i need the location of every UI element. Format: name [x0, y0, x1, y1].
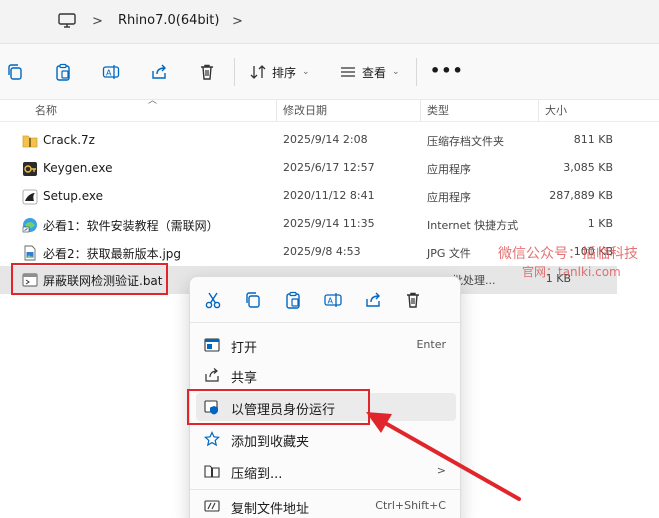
paste-icon[interactable] [283, 290, 303, 310]
share-icon[interactable] [150, 63, 168, 81]
sort-label: 排序 [272, 65, 297, 80]
file-name: 必看1：软件安装教程（需联网） [43, 219, 219, 233]
column-type[interactable]: 类型 [427, 102, 449, 118]
menu-item-open[interactable]: 打开 Enter [196, 331, 456, 359]
column-divider[interactable] [420, 100, 421, 122]
file-date: 2025/9/14 11:35 [283, 217, 375, 230]
file-date: 2020/11/12 8:41 [283, 189, 375, 202]
toolbar-divider [234, 58, 235, 86]
file-row[interactable]: 必看1：软件安装教程（需联网） 2025/9/14 11:35 Internet… [0, 211, 659, 239]
command-bar: A 排序 ⌄ 查看 ⌄ ••• [0, 44, 659, 100]
this-pc-icon[interactable] [58, 13, 76, 29]
column-divider[interactable] [276, 100, 277, 122]
menu-item-share[interactable]: 共享 [196, 361, 456, 389]
file-size: 287,889 KB [549, 189, 613, 202]
rename-icon[interactable]: A [323, 290, 343, 310]
file-type: Internet 快捷方式 [427, 219, 519, 232]
sort-icon [250, 65, 266, 79]
annotation-highlight-selected-file [11, 263, 168, 295]
breadcrumb-current-folder[interactable]: Rhino7.0(64bit) [118, 13, 219, 28]
breadcrumb-trail-separator[interactable]: > [232, 14, 243, 29]
menu-separator [190, 489, 462, 490]
file-name: 必看2：获取最新版本.jpg [43, 247, 182, 261]
file-type: JPG 文件 [427, 247, 471, 260]
context-menu-quick-actions: A [190, 277, 462, 323]
breadcrumb-separator[interactable]: > [92, 14, 103, 29]
rename-icon[interactable]: A [102, 63, 120, 81]
file-name: Setup.exe [43, 189, 104, 203]
svg-text:A: A [328, 297, 334, 306]
copy-icon[interactable] [243, 290, 263, 310]
submenu-chevron-right-icon: > [436, 464, 446, 477]
internet-shortcut-icon [22, 218, 37, 233]
star-icon [204, 431, 220, 447]
annotation-highlight-run-as-admin [187, 389, 370, 425]
file-type: 应用程序 [427, 163, 471, 176]
sort-ascending-icon: ︿ [148, 96, 158, 106]
file-name: Keygen.exe [43, 161, 113, 175]
chevron-down-icon: ⌄ [392, 67, 400, 77]
file-date: 2025/9/8 4:53 [283, 245, 361, 258]
delete-icon[interactable] [198, 63, 216, 81]
column-divider[interactable] [538, 100, 539, 122]
file-row[interactable]: Crack.7z 2025/9/14 2:08 压缩存档文件夹 811 KB [0, 127, 659, 155]
file-type: 压缩存档文件夹 [427, 135, 504, 148]
zip-folder-icon [22, 135, 38, 148]
menu-item-compress-to[interactable]: 压缩到... > [196, 457, 456, 485]
file-row[interactable]: Setup.exe 2020/11/12 8:41 应用程序 287,889 K… [0, 183, 659, 211]
column-date[interactable]: 修改日期 [283, 102, 327, 118]
view-icon [341, 67, 355, 77]
watermark-website: 官网：tanlki.com [522, 265, 621, 279]
file-type: 应用程序 [427, 191, 471, 204]
more-options-button[interactable]: ••• [430, 61, 464, 80]
chevron-down-icon: ⌄ [302, 67, 310, 77]
view-button[interactable]: 查看 ⌄ [340, 63, 400, 81]
cut-icon[interactable] [203, 290, 223, 310]
paste-icon[interactable] [54, 63, 72, 81]
file-date: 2025/9/14 2:08 [283, 133, 368, 146]
column-header: ︿ 名称 修改日期 类型 大小 [0, 96, 659, 122]
view-label: 查看 [362, 65, 387, 80]
delete-icon[interactable] [403, 290, 423, 310]
zip-folder-icon [204, 465, 220, 478]
address-bar[interactable]: > Rhino7.0(64bit) > [0, 0, 659, 44]
watermark-wechat: 微信公众号：插临科技 [498, 246, 638, 262]
file-size: 811 KB [573, 133, 613, 146]
share-icon[interactable] [363, 290, 383, 310]
svg-text:A: A [106, 69, 112, 78]
menu-item-add-favorites[interactable]: 添加到收藏夹 [196, 425, 456, 453]
keygen-app-icon [23, 162, 37, 176]
file-size: 1 KB [587, 217, 613, 230]
toolbar-divider [416, 58, 417, 86]
column-size[interactable]: 大小 [545, 102, 567, 118]
file-row[interactable]: Keygen.exe 2025/6/17 12:57 应用程序 3,085 KB [0, 155, 659, 183]
column-name[interactable]: 名称 [35, 102, 57, 118]
rhino-setup-icon [22, 189, 38, 205]
copy-icon[interactable] [6, 63, 24, 81]
file-date: 2025/6/17 12:57 [283, 161, 375, 174]
copy-path-icon [204, 500, 220, 512]
share-icon [205, 368, 219, 382]
menu-item-copy-path[interactable]: 复制文件地址 Ctrl+Shift+C [196, 492, 456, 518]
file-name: Crack.7z [43, 133, 95, 147]
file-size: 3,085 KB [563, 161, 613, 174]
open-icon [204, 338, 220, 352]
sort-button[interactable]: 排序 ⌄ [250, 63, 310, 81]
image-file-icon [24, 245, 36, 261]
